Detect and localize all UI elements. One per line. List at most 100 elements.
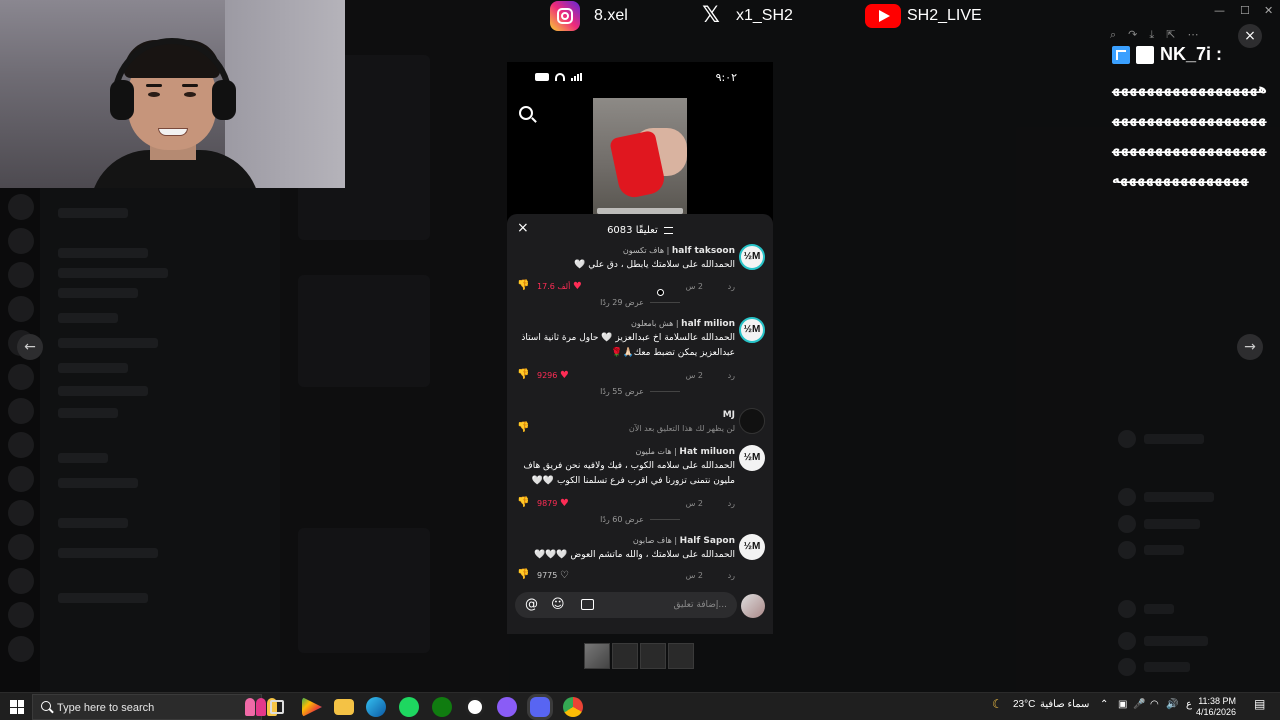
taskbar-search[interactable]	[32, 694, 277, 720]
server-sidebar	[0, 188, 40, 692]
comment-author[interactable]: هش بامعلون | half milion	[631, 319, 735, 329]
wifi-icon[interactable]: ◠	[1150, 699, 1159, 710]
thumbnail[interactable]	[584, 643, 610, 669]
like-count[interactable]: 9775 ♡	[537, 570, 569, 581]
spotify-icon[interactable]	[399, 697, 419, 717]
weather-temp[interactable]: 23°C	[1013, 699, 1035, 710]
member-avatar	[1118, 541, 1136, 559]
dislike-icon[interactable]: 👎	[517, 369, 529, 380]
windows-start-icon[interactable]	[10, 700, 24, 714]
my-avatar	[741, 594, 765, 618]
maximize-icon[interactable]: ☐	[1240, 4, 1250, 17]
view-replies[interactable]: عرض 60 ردًا	[507, 515, 773, 524]
status-icons	[535, 73, 582, 81]
reply-link[interactable]: رد	[728, 571, 735, 580]
thumbnail[interactable]	[640, 643, 666, 669]
comment-author[interactable]: هاف صابون | Half Sapon	[633, 536, 735, 546]
download-icon[interactable]: ⤓	[1149, 28, 1154, 42]
like-count[interactable]: 17.6 ألف ♥	[537, 281, 582, 292]
chrome-icon[interactable]	[563, 697, 583, 717]
emoji-icon[interactable]: ☺	[551, 597, 565, 613]
comment-author[interactable]: MJ	[723, 410, 735, 420]
clock[interactable]: 11:38 PM 4/16/2026	[1196, 696, 1236, 718]
comment-text: الحمدالله عالسلامة اخ عبدالعزيز 🤍 حاول م…	[521, 333, 735, 358]
instagram-label: 8.xel	[594, 7, 628, 24]
comment-meta: رد 2 س	[686, 371, 735, 380]
filter-icon[interactable]	[663, 226, 673, 234]
reply-link[interactable]: رد	[728, 371, 735, 380]
comment-avatar[interactable]: ½M	[739, 534, 765, 560]
channel-item	[58, 386, 148, 396]
view-replies[interactable]: عرض 55 ردًا	[507, 387, 773, 396]
mention-icon[interactable]: @	[525, 597, 538, 613]
reply-link[interactable]: رد	[728, 499, 735, 508]
app-icon[interactable]	[497, 697, 517, 717]
comment-author[interactable]: هاف تكسون | half taksoon	[623, 246, 735, 256]
next-arrow-button[interactable]: →	[1237, 334, 1263, 360]
open-external-icon[interactable]: ⇱	[1166, 28, 1175, 42]
more-icon[interactable]: ⋯	[1187, 28, 1198, 42]
comment-text: الحمدالله على سلامتك يابطل ، دق علي 🤍	[574, 260, 735, 270]
comment-time: 2 س	[685, 371, 704, 380]
dislike-icon[interactable]: 👎	[517, 280, 529, 291]
previous-arrow-button[interactable]: ←	[17, 334, 43, 360]
weather-desc[interactable]: سماء صافية	[1040, 699, 1089, 710]
chevron-up-icon[interactable]: ⌃	[1100, 699, 1108, 710]
thumbnail[interactable]	[668, 643, 694, 669]
image-icon[interactable]	[581, 599, 594, 610]
reply-link[interactable]: رد	[728, 282, 735, 291]
like-count[interactable]: 9296 ♥	[537, 370, 569, 381]
heart-outline-icon: ♡	[559, 570, 569, 581]
obs-icon[interactable]	[465, 697, 485, 717]
discord-icon[interactable]	[530, 697, 550, 717]
minimize-icon[interactable]: —	[1214, 4, 1225, 17]
forward-icon[interactable]: ↷	[1128, 28, 1137, 42]
comment-text: الحمدالله على سلامتك ، والله ماتشم العوض…	[533, 550, 735, 560]
notifications-icon[interactable]: ▤	[1254, 697, 1265, 711]
comment-avatar[interactable]: ½M	[739, 445, 765, 471]
webcam-person-eye	[184, 92, 196, 97]
comment-avatar[interactable]: ½M	[739, 317, 765, 343]
chat-user: NK_7i :	[1112, 44, 1272, 65]
xbox-icon[interactable]	[432, 697, 452, 717]
comment-author-en: Hat miluon	[679, 447, 735, 457]
dislike-icon[interactable]: 👎	[517, 422, 529, 433]
headphone-cup	[110, 80, 134, 120]
network-icon[interactable]: ▣	[1118, 699, 1127, 710]
google-play-icon[interactable]	[302, 697, 322, 717]
comment-author[interactable]: هات مليون | Hat miluon	[636, 447, 735, 457]
channel-item	[58, 363, 128, 373]
server-icon	[8, 398, 34, 424]
volume-icon[interactable]: 🔊	[1166, 699, 1178, 710]
youtube-handle: SH2_LIVE	[865, 0, 982, 32]
comment-input[interactable]	[607, 597, 727, 613]
mouse-cursor	[657, 289, 664, 296]
mic-icon[interactable]: 🎤	[1133, 699, 1145, 710]
zoom-icon[interactable]: ⌕	[1110, 28, 1116, 42]
x-handle: 𝕏 x1_SH2	[700, 0, 793, 32]
taskbar-search-input[interactable]	[57, 699, 237, 717]
comment-avatar[interactable]	[739, 408, 765, 434]
like-count[interactable]: 9879 ♥	[537, 498, 569, 509]
dislike-icon[interactable]: 👎	[517, 569, 529, 580]
window-close-icon[interactable]: ✕	[1264, 4, 1273, 17]
channel-item	[58, 208, 128, 218]
member-avatar	[1118, 515, 1136, 533]
thumbnail[interactable]	[612, 643, 638, 669]
search-icon[interactable]	[519, 106, 533, 120]
comment-author-ar: هات مليون	[635, 447, 672, 456]
task-view-icon[interactable]	[270, 700, 284, 714]
view-replies[interactable]: عرض 29 ردًا	[507, 298, 773, 307]
feed-card	[298, 528, 430, 653]
webcam-person-eye	[148, 92, 160, 97]
file-explorer-icon[interactable]	[334, 699, 354, 715]
dislike-icon[interactable]: 👎	[517, 497, 529, 508]
channel-item	[58, 593, 148, 603]
member-item	[1144, 662, 1190, 672]
webcam-person-brow	[146, 84, 162, 87]
member-list	[1100, 250, 1280, 692]
video-thumbnail[interactable]	[593, 98, 687, 216]
language-indicator[interactable]: ع	[1186, 699, 1192, 710]
edge-icon[interactable]	[366, 697, 386, 717]
comment-avatar[interactable]: ½M	[739, 244, 765, 270]
